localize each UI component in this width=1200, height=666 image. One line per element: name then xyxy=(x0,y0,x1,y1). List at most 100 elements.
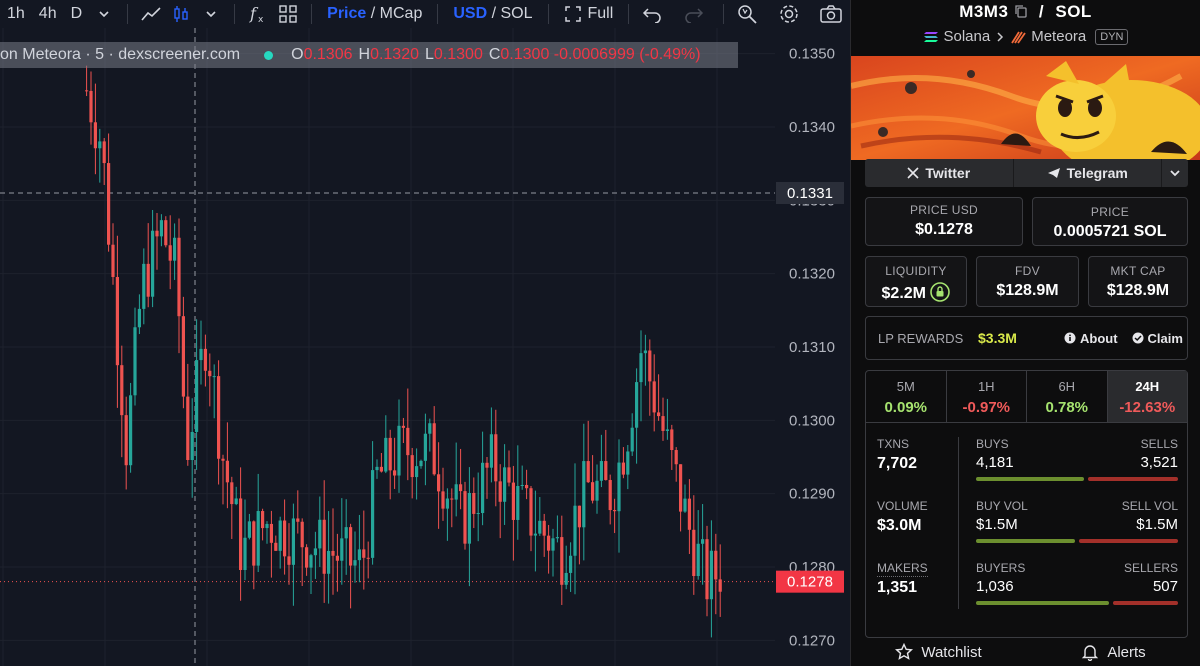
candle-body xyxy=(397,425,401,476)
indicators-fx-icon[interactable]: fx xyxy=(243,0,273,28)
chevron-down-icon[interactable] xyxy=(89,0,119,28)
twitter-label: Twitter xyxy=(925,165,971,181)
candle-body xyxy=(701,539,705,544)
candle-body xyxy=(591,482,595,501)
interval-1h[interactable]: 1h xyxy=(0,0,32,28)
social-links: Twitter Telegram xyxy=(865,159,1188,187)
tab-6h[interactable]: 6H 0.78% xyxy=(1027,371,1108,422)
candle-body xyxy=(243,537,247,571)
price-tick-label: 0.1300 xyxy=(789,412,835,429)
redo-icon[interactable] xyxy=(679,0,709,28)
candle-body xyxy=(305,547,309,568)
price-option[interactable]: Price xyxy=(327,5,366,23)
candle-body xyxy=(269,523,273,543)
candle-body xyxy=(696,543,700,577)
candle-body xyxy=(639,353,643,383)
mktcap-value: $128.9M xyxy=(1106,282,1170,299)
txns-label: TXNS xyxy=(877,437,910,451)
crosshair-price-label: 0.1331 xyxy=(787,185,833,202)
liquidity-value-row: $2.2M xyxy=(866,282,966,303)
dex-link[interactable]: Meteora xyxy=(1031,28,1086,45)
telegram-button[interactable]: Telegram xyxy=(1014,159,1162,187)
price-mcap-toggle[interactable]: Price / MCap xyxy=(320,0,429,28)
alerts-button[interactable]: Alerts xyxy=(1026,638,1200,666)
interval-d[interactable]: D xyxy=(64,0,90,28)
candle-body xyxy=(133,327,137,396)
copy-icon[interactable] xyxy=(1014,4,1028,24)
buyers-bar xyxy=(976,601,1109,605)
candle-body xyxy=(657,412,661,417)
about-button[interactable]: About xyxy=(1064,331,1118,346)
candle-body xyxy=(357,549,361,561)
mcap-option[interactable]: MCap xyxy=(380,5,423,23)
chart-pane[interactable]: 1h 4h D fx Price / MCap USD / SOL Full 0… xyxy=(0,0,850,666)
camera-icon[interactable] xyxy=(816,0,846,28)
candle-body xyxy=(617,462,621,512)
candle-body xyxy=(674,450,678,465)
claim-button[interactable]: Claim xyxy=(1132,331,1183,346)
candle-body xyxy=(494,434,498,482)
candle-body xyxy=(142,263,146,309)
candle-body xyxy=(225,460,229,483)
buyers-sellers-bar xyxy=(976,601,1178,605)
price-usd-box: PRICE USD $0.1278 xyxy=(865,197,1023,246)
candle-body xyxy=(181,316,185,397)
candle-body xyxy=(582,461,586,528)
more-links-button[interactable] xyxy=(1162,159,1188,187)
candle-body xyxy=(344,527,348,539)
watchlist-button[interactable]: Watchlist xyxy=(851,638,1026,666)
buys-value: 4,181 xyxy=(976,454,1014,471)
makers-value: 1,351 xyxy=(877,579,918,596)
quick-search-icon[interactable] xyxy=(732,0,762,28)
candle-body xyxy=(349,527,353,566)
candle-body xyxy=(595,480,599,501)
chain-link[interactable]: Solana xyxy=(944,28,991,45)
tab-1h[interactable]: 1H -0.97% xyxy=(947,371,1027,422)
twitter-button[interactable]: Twitter xyxy=(865,159,1014,187)
chart-toolbar: 1h 4h D fx Price / MCap USD / SOL Full xyxy=(0,0,850,28)
slash: / xyxy=(370,5,376,22)
candle-body xyxy=(168,245,172,261)
candle-body xyxy=(159,220,163,237)
candle-body xyxy=(146,263,150,297)
slash: / xyxy=(491,5,497,22)
tab-24h[interactable]: 24H -12.63% xyxy=(1107,371,1187,422)
candle-body xyxy=(481,462,485,514)
usd-option[interactable]: USD xyxy=(453,5,487,23)
candle-body xyxy=(705,539,709,600)
candle-body xyxy=(652,381,656,413)
price-axis[interactable]: 0.13500.13400.13300.13200.13100.13000.12… xyxy=(776,46,844,650)
candlestick-chart[interactable]: 0.13500.13400.13300.13200.13100.13000.12… xyxy=(0,28,850,666)
layout-grid-icon[interactable] xyxy=(273,0,303,28)
candle-body xyxy=(485,462,489,468)
chevron-down-icon[interactable] xyxy=(196,0,226,28)
line-chart-icon[interactable] xyxy=(136,0,166,28)
interval-4h[interactable]: 4h xyxy=(32,0,64,28)
candle-body xyxy=(155,230,159,237)
fullscreen-button[interactable]: Full xyxy=(557,0,621,28)
sellers-bar xyxy=(1112,601,1178,605)
price-tick-label: 0.1270 xyxy=(789,632,835,649)
currency-toggle[interactable]: USD / SOL xyxy=(446,0,539,28)
legend-h-value: 0.1320 xyxy=(370,46,419,63)
candle-body xyxy=(516,486,520,520)
liquidity-value: $2.2M xyxy=(881,285,926,302)
candle-body xyxy=(525,484,529,489)
candle-body xyxy=(613,510,617,512)
candle-body xyxy=(151,230,155,297)
candle-body xyxy=(230,482,234,505)
undo-icon[interactable] xyxy=(637,0,667,28)
txns-value: 7,702 xyxy=(877,455,918,472)
mktcap-box: MKT CAP $128.9M xyxy=(1088,256,1188,307)
tab-6h-label: 6H xyxy=(1058,379,1076,394)
candle-body xyxy=(718,579,722,592)
lp-rewards-label: LP REWARDS xyxy=(878,330,964,346)
candle-body xyxy=(190,431,194,461)
sol-option[interactable]: SOL xyxy=(500,5,532,23)
gear-icon[interactable] xyxy=(774,0,804,28)
price-native-label: PRICE xyxy=(1090,205,1130,219)
buy-vol-bar xyxy=(976,539,1075,543)
candles-icon[interactable] xyxy=(166,0,196,28)
tab-5m[interactable]: 5M 0.09% xyxy=(866,371,947,422)
candle-body xyxy=(551,538,555,551)
